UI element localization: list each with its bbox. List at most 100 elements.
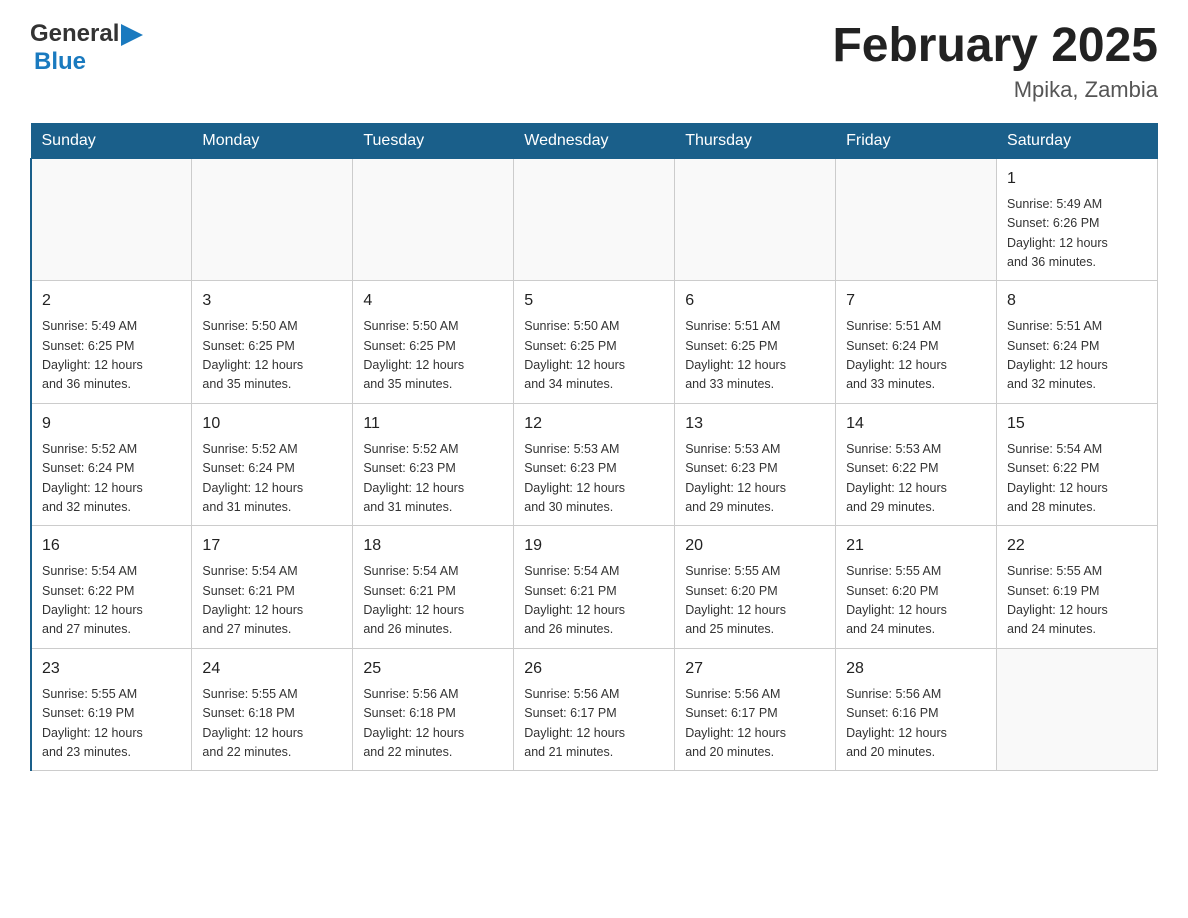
calendar-week-row: 23 Sunrise: 5:55 AMSunset: 6:19 PMDayligh… <box>31 648 1158 771</box>
day-number: 24 <box>202 657 342 681</box>
day-number: 8 <box>1007 289 1147 313</box>
calendar-day-cell: 20Sunrise: 5:55 AMSunset: 6:20 PMDayligh… <box>675 526 836 649</box>
calendar-day-cell <box>675 158 836 281</box>
day-number: 1 <box>1007 167 1147 191</box>
day-info: Sunrise: 5:55 AMSunset: 6:18 PMDaylight:… <box>202 685 342 763</box>
day-number: 4 <box>363 289 503 313</box>
day-number: 16 <box>42 534 181 558</box>
day-of-week-header: Tuesday <box>353 123 514 158</box>
day-number: 12 <box>524 412 664 436</box>
calendar-table: SundayMondayTuesdayWednesdayThursdayFrid… <box>30 123 1158 772</box>
day-info: Sunrise: 5:56 AMSunset: 6:17 PMDaylight:… <box>524 685 664 763</box>
calendar-day-cell: 4 Sunrise: 5:50 AMSunset: 6:25 PMDaylight… <box>353 281 514 404</box>
calendar-day-cell: 2Sunrise: 5:49 AMSunset: 6:25 PMDaylight… <box>31 281 192 404</box>
day-number: 14 <box>846 412 986 436</box>
day-number: 17 <box>202 534 342 558</box>
day-number: 9 <box>42 412 181 436</box>
day-number: 6 <box>685 289 825 313</box>
day-info: Sunrise: 5:52 AMSunset: 6:24 PMDaylight:… <box>202 440 342 518</box>
day-info: Sunrise: 5:50 AMSunset: 6:25 PMDaylight:… <box>363 317 503 395</box>
day-number: 27 <box>685 657 825 681</box>
calendar-day-cell: 5 Sunrise: 5:50 AMSunset: 6:25 PMDaylight… <box>514 281 675 404</box>
calendar-day-cell <box>353 158 514 281</box>
day-info: Sunrise: 5:54 AMSunset: 6:21 PMDaylight:… <box>202 562 342 640</box>
calendar-header-row: SundayMondayTuesdayWednesdayThursdayFrid… <box>31 123 1158 158</box>
logo-blue-text: Blue <box>34 48 86 75</box>
day-of-week-header: Friday <box>836 123 997 158</box>
day-info: Sunrise: 5:56 AMSunset: 6:16 PMDaylight:… <box>846 685 986 763</box>
logo: General Blue <box>30 20 143 76</box>
day-number: 26 <box>524 657 664 681</box>
day-info: Sunrise: 5:49 AMSunset: 6:26 PMDaylight:… <box>1007 195 1147 273</box>
calendar-day-cell: 15Sunrise: 5:54 AMSunset: 6:22 PMDayligh… <box>997 403 1158 526</box>
calendar-day-cell: 14Sunrise: 5:53 AMSunset: 6:22 PMDayligh… <box>836 403 997 526</box>
logo-arrow-icon <box>121 24 143 46</box>
calendar-day-cell: 13 Sunrise: 5:53 AMSunset: 6:23 PMDayligh… <box>675 403 836 526</box>
calendar-day-cell: 28 Sunrise: 5:56 AMSunset: 6:16 PMDayligh… <box>836 648 997 771</box>
day-info: Sunrise: 5:50 AMSunset: 6:25 PMDaylight:… <box>524 317 664 395</box>
calendar-day-cell <box>31 158 192 281</box>
calendar-day-cell: 21 Sunrise: 5:55 AMSunset: 6:20 PMDayligh… <box>836 526 997 649</box>
day-info: Sunrise: 5:52 AMSunset: 6:24 PMDaylight:… <box>42 440 181 518</box>
day-info: Sunrise: 5:53 AMSunset: 6:23 PMDaylight:… <box>524 440 664 518</box>
day-info: Sunrise: 5:53 AMSunset: 6:23 PMDaylight:… <box>685 440 825 518</box>
calendar-day-cell <box>192 158 353 281</box>
calendar-day-cell: 24 Sunrise: 5:55 AMSunset: 6:18 PMDayligh… <box>192 648 353 771</box>
day-number: 23 <box>42 657 181 681</box>
calendar-day-cell <box>997 648 1158 771</box>
calendar-day-cell: 23 Sunrise: 5:55 AMSunset: 6:19 PMDayligh… <box>31 648 192 771</box>
day-number: 5 <box>524 289 664 313</box>
calendar-day-cell: 17 Sunrise: 5:54 AMSunset: 6:21 PMDayligh… <box>192 526 353 649</box>
day-number: 28 <box>846 657 986 681</box>
calendar-day-cell: 7 Sunrise: 5:51 AMSunset: 6:24 PMDaylight… <box>836 281 997 404</box>
day-number: 19 <box>524 534 664 558</box>
calendar-day-cell: 8 Sunrise: 5:51 AMSunset: 6:24 PMDaylight… <box>997 281 1158 404</box>
day-info: Sunrise: 5:55 AMSunset: 6:19 PMDaylight:… <box>1007 562 1147 640</box>
calendar-day-cell: 25 Sunrise: 5:56 AMSunset: 6:18 PMDayligh… <box>353 648 514 771</box>
calendar-day-cell: 27 Sunrise: 5:56 AMSunset: 6:17 PMDayligh… <box>675 648 836 771</box>
logo-general-text: General <box>30 20 119 48</box>
day-info: Sunrise: 5:49 AMSunset: 6:25 PMDaylight:… <box>42 317 181 395</box>
day-number: 18 <box>363 534 503 558</box>
day-number: 25 <box>363 657 503 681</box>
day-of-week-header: Monday <box>192 123 353 158</box>
day-of-week-header: Wednesday <box>514 123 675 158</box>
calendar-week-row: 1 Sunrise: 5:49 AMSunset: 6:26 PMDaylight… <box>31 158 1158 281</box>
day-info: Sunrise: 5:51 AMSunset: 6:24 PMDaylight:… <box>1007 317 1147 395</box>
day-info: Sunrise: 5:54 AMSunset: 6:21 PMDaylight:… <box>363 562 503 640</box>
calendar-day-cell: 19Sunrise: 5:54 AMSunset: 6:21 PMDayligh… <box>514 526 675 649</box>
day-number: 10 <box>202 412 342 436</box>
calendar-day-cell: 1 Sunrise: 5:49 AMSunset: 6:26 PMDaylight… <box>997 158 1158 281</box>
day-info: Sunrise: 5:56 AMSunset: 6:18 PMDaylight:… <box>363 685 503 763</box>
calendar-day-cell: 22 Sunrise: 5:55 AMSunset: 6:19 PMDayligh… <box>997 526 1158 649</box>
page-header: General Blue February 2025 Mpika, Zambia <box>30 20 1158 103</box>
calendar-day-cell: 16 Sunrise: 5:54 AMSunset: 6:22 PMDayligh… <box>31 526 192 649</box>
day-info: Sunrise: 5:51 AMSunset: 6:25 PMDaylight:… <box>685 317 825 395</box>
day-info: Sunrise: 5:55 AMSunset: 6:20 PMDaylight:… <box>846 562 986 640</box>
day-info: Sunrise: 5:56 AMSunset: 6:17 PMDaylight:… <box>685 685 825 763</box>
calendar-day-cell: 3Sunrise: 5:50 AMSunset: 6:25 PMDaylight… <box>192 281 353 404</box>
calendar-day-cell: 18 Sunrise: 5:54 AMSunset: 6:21 PMDayligh… <box>353 526 514 649</box>
calendar-week-row: 16 Sunrise: 5:54 AMSunset: 6:22 PMDayligh… <box>31 526 1158 649</box>
day-info: Sunrise: 5:54 AMSunset: 6:22 PMDaylight:… <box>42 562 181 640</box>
calendar-week-row: 2Sunrise: 5:49 AMSunset: 6:25 PMDaylight… <box>31 281 1158 404</box>
day-info: Sunrise: 5:54 AMSunset: 6:22 PMDaylight:… <box>1007 440 1147 518</box>
calendar-day-cell: 12 Sunrise: 5:53 AMSunset: 6:23 PMDayligh… <box>514 403 675 526</box>
calendar-week-row: 9 Sunrise: 5:52 AMSunset: 6:24 PMDaylight… <box>31 403 1158 526</box>
main-title: February 2025 <box>832 20 1158 73</box>
day-info: Sunrise: 5:55 AMSunset: 6:19 PMDaylight:… <box>42 685 181 763</box>
calendar-day-cell <box>514 158 675 281</box>
day-number: 22 <box>1007 534 1147 558</box>
calendar-day-cell: 26 Sunrise: 5:56 AMSunset: 6:17 PMDayligh… <box>514 648 675 771</box>
day-info: Sunrise: 5:52 AMSunset: 6:23 PMDaylight:… <box>363 440 503 518</box>
calendar-day-cell: 11Sunrise: 5:52 AMSunset: 6:23 PMDayligh… <box>353 403 514 526</box>
day-of-week-header: Saturday <box>997 123 1158 158</box>
calendar-day-cell: 9 Sunrise: 5:52 AMSunset: 6:24 PMDaylight… <box>31 403 192 526</box>
day-of-week-header: Thursday <box>675 123 836 158</box>
title-block: February 2025 Mpika, Zambia <box>832 20 1158 103</box>
day-number: 21 <box>846 534 986 558</box>
day-number: 13 <box>685 412 825 436</box>
day-of-week-header: Sunday <box>31 123 192 158</box>
day-number: 7 <box>846 289 986 313</box>
day-info: Sunrise: 5:51 AMSunset: 6:24 PMDaylight:… <box>846 317 986 395</box>
